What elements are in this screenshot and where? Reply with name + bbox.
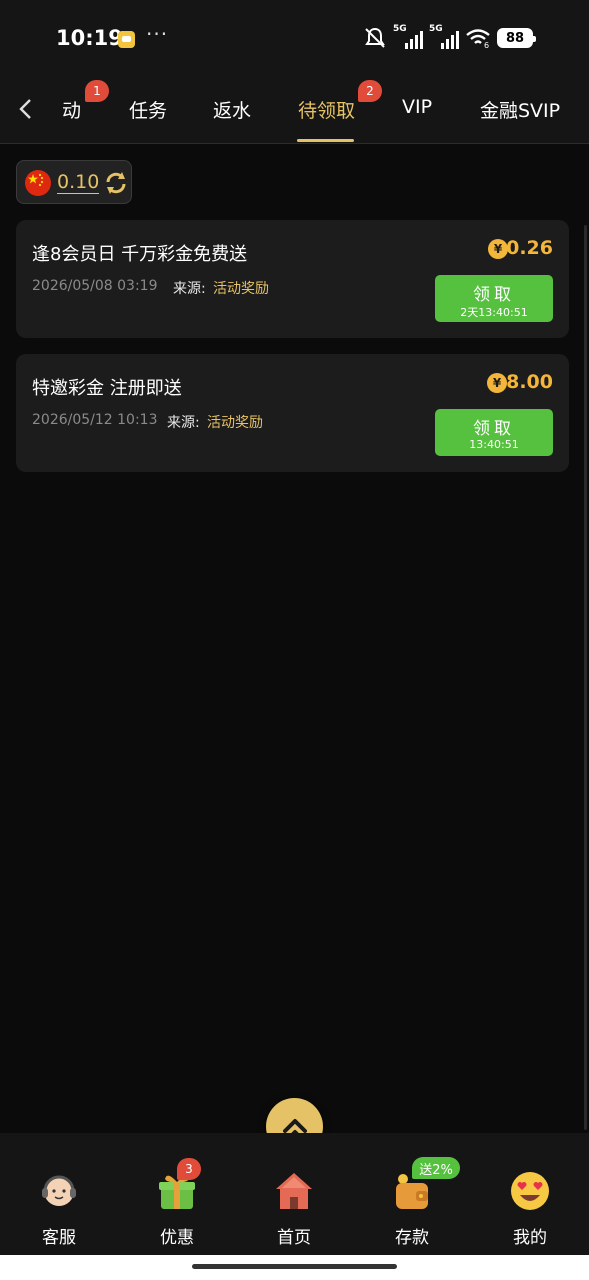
status-icons: 5G 5G 6 88	[363, 24, 536, 50]
chevron-left-icon	[19, 99, 31, 119]
balance-chip[interactable]: 0.10	[16, 160, 132, 204]
nav-label: 首页	[277, 1228, 311, 1248]
bottom-nav: 客服 3 优惠 首页 送2% 存款 我的	[0, 1133, 589, 1255]
cell-signal-icon: 5G	[393, 24, 423, 49]
reward-amount: 0.26	[506, 237, 553, 259]
wifi-icon: 6	[465, 27, 491, 50]
heart-eyes-emoji-icon	[508, 1169, 552, 1213]
nav-profile[interactable]: 我的	[490, 1133, 570, 1255]
claim-countdown: 2天13:40:51	[460, 306, 528, 319]
tab-vip[interactable]: VIP	[402, 96, 432, 118]
nav-label: 客服	[42, 1228, 76, 1248]
claim-button[interactable]: 领取 13:40:51	[435, 409, 553, 456]
claim-button[interactable]: 领取 2天13:40:51	[435, 275, 553, 322]
deposit-bonus-tag: 送2%	[412, 1157, 460, 1179]
reward-source-value: 活动奖励	[213, 281, 269, 297]
gesture-bar-area	[0, 1255, 589, 1280]
home-indicator[interactable]	[192, 1264, 397, 1269]
refresh-icon[interactable]	[103, 170, 129, 196]
battery-icon: 88	[497, 28, 536, 48]
promotions-badge: 3	[177, 1158, 201, 1180]
yuan-coin-icon: ¥	[488, 239, 508, 259]
active-tab-indicator	[297, 139, 354, 142]
tab-rebate[interactable]: 返水	[213, 96, 251, 123]
status-bar: 10:19 ··· 5G 5G 6 88	[0, 0, 589, 78]
reward-source-label: 来源:	[167, 415, 200, 431]
china-flag-icon	[25, 170, 51, 196]
tab-bar: 动 1 任务 返水 待领取 2 VIP 金融SVIP	[0, 78, 589, 144]
reward-card: 逢8会员日 千万彩金免费送 2026/05/08 03:19 来源: 活动奖励 …	[16, 220, 569, 338]
nav-customer-service[interactable]: 客服	[19, 1133, 99, 1255]
mute-bell-icon	[363, 27, 387, 49]
nav-home[interactable]: 首页	[254, 1133, 334, 1255]
claim-countdown: 13:40:51	[469, 438, 519, 451]
nav-label: 存款	[395, 1228, 429, 1248]
notification-app-icon	[118, 31, 135, 48]
more-notifications-icon: ···	[146, 22, 169, 46]
reward-title: 逢8会员日 千万彩金免费送	[32, 244, 248, 265]
home-icon	[272, 1169, 316, 1213]
reward-source-value: 活动奖励	[207, 415, 263, 431]
tab-activity[interactable]: 动	[62, 96, 81, 123]
nav-label: 优惠	[160, 1228, 194, 1248]
claim-button-label: 领取	[473, 419, 515, 439]
tab-badge: 2	[358, 80, 382, 102]
back-button[interactable]	[14, 94, 38, 124]
reward-card: 特邀彩金 注册即送 2026/05/12 10:13 来源: 活动奖励 ¥ 8.…	[16, 354, 569, 472]
scrollbar[interactable]	[584, 225, 587, 1130]
tab-pending-claim[interactable]: 待领取	[298, 96, 355, 123]
reward-source-label: 来源:	[173, 281, 206, 297]
yuan-coin-icon: ¥	[487, 373, 507, 393]
nav-label: 我的	[513, 1228, 547, 1248]
nav-promotions[interactable]: 3 优惠	[137, 1133, 217, 1255]
reward-date: 2026/05/12 10:13	[32, 412, 158, 428]
claim-button-label: 领取	[473, 285, 515, 305]
customer-service-icon	[37, 1169, 81, 1213]
status-time: 10:19	[56, 26, 123, 50]
balance-value: 0.10	[57, 171, 100, 194]
tab-tasks[interactable]: 任务	[129, 96, 167, 123]
tab-finance-svip[interactable]: 金融SVIP	[480, 96, 560, 123]
reward-amount: 8.00	[506, 371, 553, 393]
reward-date: 2026/05/08 03:19	[32, 278, 158, 294]
svg-text:6: 6	[484, 41, 489, 49]
reward-title: 特邀彩金 注册即送	[32, 378, 182, 399]
tab-badge: 1	[85, 80, 109, 102]
nav-deposit[interactable]: 送2% 存款	[372, 1133, 460, 1255]
cell-signal-icon: 5G	[429, 24, 459, 49]
